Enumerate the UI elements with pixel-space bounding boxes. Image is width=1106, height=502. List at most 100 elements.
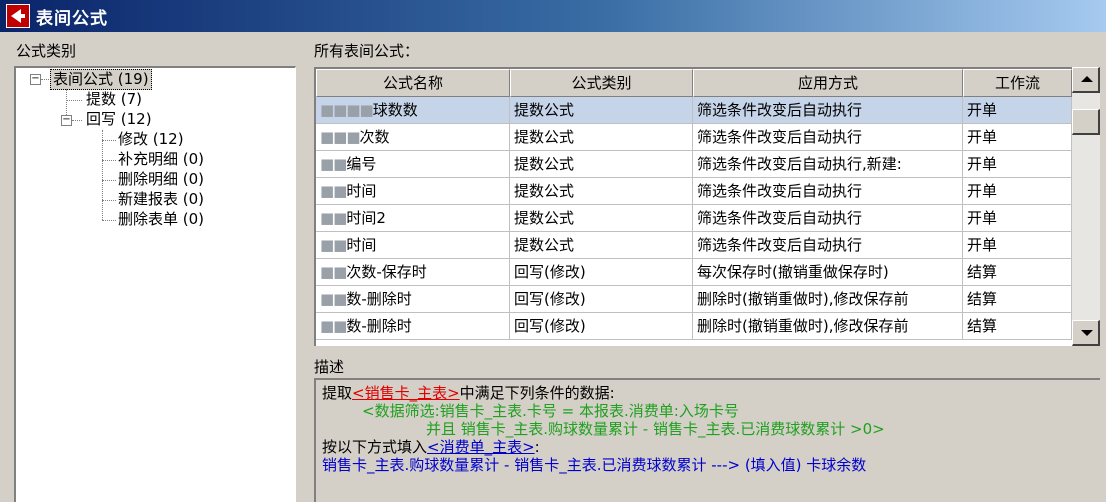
table-row[interactable]: ■■■■球数数 提数公式 筛选条件改变后自动执行 开单 bbox=[316, 97, 1072, 124]
column-header-category[interactable]: 公式类别 bbox=[510, 69, 693, 97]
redacted-text: ■■■ bbox=[320, 128, 361, 146]
table-scrollbar[interactable] bbox=[1072, 67, 1100, 346]
cell-formula-name[interactable]: ■■时间 bbox=[316, 178, 510, 205]
formula-name-text: 时间2 bbox=[346, 209, 386, 227]
cell-application[interactable]: 筛选条件改变后自动执行 bbox=[693, 97, 963, 124]
table-row[interactable]: ■■数-删除时 回写(修改) 删除时(撤销重做时),修改保存前 结算 bbox=[316, 286, 1072, 313]
cell-workflow[interactable]: 开单 bbox=[963, 151, 1072, 178]
collapse-icon[interactable]: − bbox=[61, 115, 72, 126]
formula-name-text: 球数数 bbox=[372, 101, 418, 119]
scroll-down-button[interactable] bbox=[1072, 320, 1100, 346]
desc-text: 中满足下列条件的数据: bbox=[459, 384, 615, 402]
cell-workflow[interactable]: 开单 bbox=[963, 178, 1072, 205]
cell-formula-name[interactable]: ■■■■球数数 bbox=[316, 97, 510, 124]
table-row[interactable]: ■■数-删除时 回写(修改) 删除时(撤销重做时),修改保存前 结算 bbox=[316, 313, 1072, 340]
redacted-text: ■■ bbox=[320, 263, 347, 281]
formula-name-text: 次数 bbox=[359, 128, 390, 146]
cell-formula-name[interactable]: ■■数-删除时 bbox=[316, 286, 510, 313]
cell-formula-name[interactable]: ■■数-删除时 bbox=[316, 313, 510, 340]
redacted-text: ■■ bbox=[320, 182, 347, 200]
formula-name-text: 时间 bbox=[346, 236, 377, 254]
cell-application[interactable]: 筛选条件改变后自动执行 bbox=[693, 124, 963, 151]
cell-workflow[interactable]: 开单 bbox=[963, 124, 1072, 151]
cell-category[interactable]: 回写(修改) bbox=[510, 313, 693, 340]
desc-filter-line: <数据筛选:销售卡_主表.卡号 = 本报表.消费单:入场卡号 bbox=[362, 402, 739, 420]
desc-text: 提取 bbox=[322, 384, 353, 402]
arrow-down-icon bbox=[1081, 330, 1093, 336]
cell-application[interactable]: 筛选条件改变后自动执行 bbox=[693, 178, 963, 205]
cell-category[interactable]: 提数公式 bbox=[510, 232, 693, 259]
cell-formula-name[interactable]: ■■时间 bbox=[316, 232, 510, 259]
column-header-workflow[interactable]: 工作流 bbox=[963, 69, 1072, 97]
cell-category[interactable]: 提数公式 bbox=[510, 124, 693, 151]
cell-category[interactable]: 回写(修改) bbox=[510, 259, 693, 286]
table-row[interactable]: ■■■次数 提数公式 筛选条件改变后自动执行 开单 bbox=[316, 124, 1072, 151]
tree-node-writeback[interactable]: 回写 (12) bbox=[84, 110, 154, 129]
cell-formula-name[interactable]: ■■次数-保存时 bbox=[316, 259, 510, 286]
cell-formula-name[interactable]: ■■编号 bbox=[316, 151, 510, 178]
formula-name-text: 时间 bbox=[346, 182, 377, 200]
tree-node-modify[interactable]: 修改 (12) bbox=[116, 130, 186, 149]
cell-category[interactable]: 提数公式 bbox=[510, 178, 693, 205]
formula-name-text: 次数-保存时 bbox=[346, 263, 427, 281]
arrow-up-icon bbox=[1081, 76, 1093, 82]
table-row[interactable]: ■■时间2 提数公式 筛选条件改变后自动执行 开单 bbox=[316, 205, 1072, 232]
table-header: 公式名称 公式类别 应用方式 工作流 bbox=[316, 69, 1072, 97]
cell-formula-name[interactable]: ■■■次数 bbox=[316, 124, 510, 151]
cell-category[interactable]: 提数公式 bbox=[510, 97, 693, 124]
category-label: 公式类别 bbox=[16, 42, 77, 60]
desc-source-table: <销售卡_主表> bbox=[352, 384, 460, 402]
description-box: 提取<销售卡_主表>中满足下列条件的数据: <数据筛选:销售卡_主表.卡号 = … bbox=[314, 378, 1100, 502]
cell-application[interactable]: 筛选条件改变后自动执行,新建: bbox=[693, 151, 963, 178]
tree-node-delete-form[interactable]: 删除表单 (0) bbox=[116, 210, 206, 229]
table-row[interactable]: ■■时间 提数公式 筛选条件改变后自动执行 开单 bbox=[316, 178, 1072, 205]
table-row[interactable]: ■■编号 提数公式 筛选条件改变后自动执行,新建: 开单 bbox=[316, 151, 1072, 178]
redacted-text: ■■ bbox=[320, 209, 347, 227]
tree-node-new-report[interactable]: 新建报表 (0) bbox=[116, 190, 206, 209]
redacted-text: ■■ bbox=[320, 236, 347, 254]
column-header-application[interactable]: 应用方式 bbox=[693, 69, 963, 97]
cell-application[interactable]: 删除时(撤销重做时),修改保存前 bbox=[693, 286, 963, 313]
formula-table[interactable]: 公式名称 公式类别 应用方式 工作流 ■■■■球数数 提数公式 筛选条件改变后自动执… bbox=[314, 67, 1100, 346]
tree-node-add-detail[interactable]: 补充明细 (0) bbox=[116, 150, 206, 169]
cell-formula-name[interactable]: ■■时间2 bbox=[316, 205, 510, 232]
cell-workflow[interactable]: 开单 bbox=[963, 97, 1072, 124]
collapse-icon[interactable]: − bbox=[30, 74, 41, 85]
cell-application[interactable]: 每次保存时(撤销重做保存时) bbox=[693, 259, 963, 286]
redacted-text: ■■ bbox=[320, 317, 347, 335]
scroll-up-button[interactable] bbox=[1072, 67, 1100, 93]
table-row[interactable]: ■■次数-保存时 回写(修改) 每次保存时(撤销重做保存时) 结算 bbox=[316, 259, 1072, 286]
tree-node-root[interactable]: 表间公式 (19) bbox=[50, 69, 152, 90]
category-tree[interactable]: − 表间公式 (19) 提数 (7) − 回写 (12) 修改 (12) 补充明… bbox=[14, 66, 296, 502]
cell-workflow[interactable]: 结算 bbox=[963, 286, 1072, 313]
cell-workflow[interactable]: 结算 bbox=[963, 313, 1072, 340]
cell-category[interactable]: 提数公式 bbox=[510, 151, 693, 178]
redacted-text: ■■ bbox=[320, 155, 347, 173]
scroll-thumb[interactable] bbox=[1072, 109, 1100, 135]
formula-name-text: 数-删除时 bbox=[346, 317, 412, 335]
cell-category[interactable]: 提数公式 bbox=[510, 205, 693, 232]
cell-application[interactable]: 筛选条件改变后自动执行 bbox=[693, 232, 963, 259]
cell-workflow[interactable]: 开单 bbox=[963, 232, 1072, 259]
app-icon bbox=[6, 4, 30, 28]
window-title: 表间公式 bbox=[36, 8, 108, 29]
title-bar: 表间公式 bbox=[0, 0, 1106, 32]
tree-node-delete-detail[interactable]: 删除明细 (0) bbox=[116, 170, 206, 189]
desc-fill-expression: 销售卡_主表.购球数量累计 - 销售卡_主表.已消费球数累计 ---> (填入值… bbox=[322, 456, 867, 474]
desc-filter-condition: 并且 销售卡_主表.购球数量累计 - 销售卡_主表.已消费球数累计 >0> bbox=[426, 420, 885, 438]
redacted-text: ■■ bbox=[320, 290, 347, 308]
description-label: 描述 bbox=[314, 358, 345, 376]
cell-workflow[interactable]: 开单 bbox=[963, 205, 1072, 232]
cell-application[interactable]: 筛选条件改变后自动执行 bbox=[693, 205, 963, 232]
column-header-name[interactable]: 公式名称 bbox=[316, 69, 510, 97]
formula-name-text: 编号 bbox=[346, 155, 377, 173]
cell-application[interactable]: 删除时(撤销重做时),修改保存前 bbox=[693, 313, 963, 340]
tree-node-fetch[interactable]: 提数 (7) bbox=[84, 90, 144, 109]
desc-text: 按以下方式填入 bbox=[322, 438, 428, 456]
cell-workflow[interactable]: 结算 bbox=[963, 259, 1072, 286]
table-row[interactable]: ■■时间 提数公式 筛选条件改变后自动执行 开单 bbox=[316, 232, 1072, 259]
formula-list-label: 所有表间公式： bbox=[314, 42, 420, 60]
desc-text: : bbox=[534, 438, 540, 456]
redacted-text: ■■■■ bbox=[320, 101, 374, 119]
cell-category[interactable]: 回写(修改) bbox=[510, 286, 693, 313]
